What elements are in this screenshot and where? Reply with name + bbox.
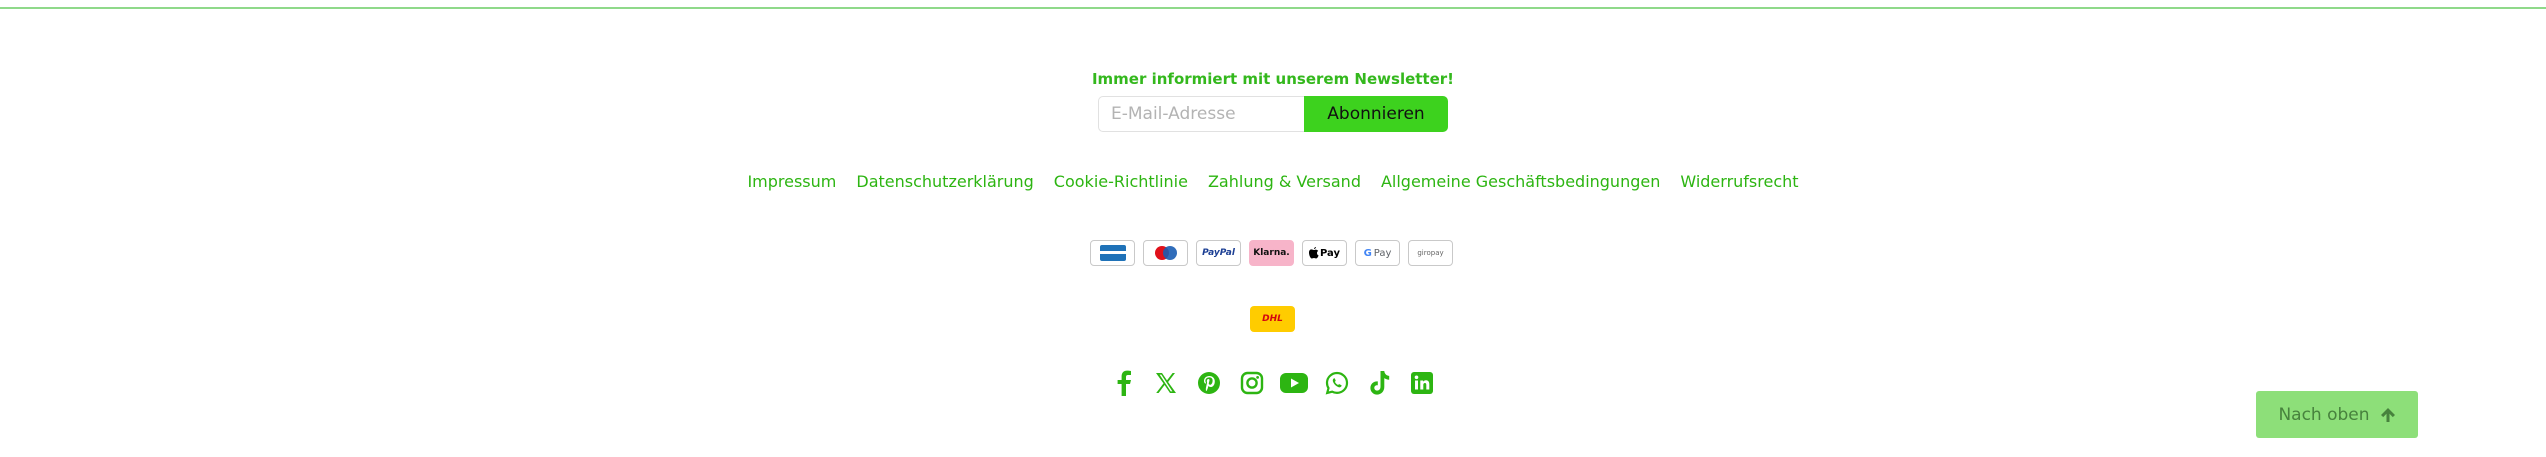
newsletter-title: Immer informiert mit unserem Newsletter! (1091, 70, 1455, 88)
footer-link-widerrufsrecht[interactable]: Widerrufsrecht (1680, 172, 1798, 191)
x-icon[interactable] (1153, 369, 1181, 397)
footer-link-agb[interactable]: Allgemeine Geschäftsbedingungen (1381, 172, 1660, 191)
linkedin-icon[interactable] (1408, 369, 1436, 397)
newsletter-form: Abonnieren (1098, 96, 1448, 132)
dhl-icon: DHL (1250, 306, 1295, 332)
footer-link-cookie[interactable]: Cookie-Richtlinie (1054, 172, 1188, 191)
back-to-top-label: Nach oben (2278, 404, 2370, 425)
instagram-icon[interactable] (1238, 369, 1266, 397)
credit-card-icon (1090, 240, 1135, 266)
youtube-icon[interactable] (1280, 369, 1309, 397)
giropay-icon: giropay (1408, 240, 1453, 266)
pinterest-icon[interactable] (1195, 369, 1223, 397)
footer-link-impressum[interactable]: Impressum (747, 172, 836, 191)
apple-pay-icon: Pay (1302, 240, 1347, 266)
shipping-methods: DHL (1250, 306, 1295, 332)
maestro-icon (1143, 240, 1188, 266)
newsletter-email-input[interactable] (1098, 96, 1304, 132)
whatsapp-icon[interactable] (1323, 369, 1351, 397)
footer-link-datenschutz[interactable]: Datenschutzerklärung (856, 172, 1033, 191)
footer-top-rule (0, 7, 2546, 9)
paypal-icon: PayPal (1196, 240, 1241, 266)
google-pay-icon: G Pay (1355, 240, 1400, 266)
facebook-icon[interactable] (1110, 369, 1138, 397)
footer-link-zahlung-versand[interactable]: Zahlung & Versand (1208, 172, 1361, 191)
payment-methods: PayPal Klarna. Pay G Pay giropay (1090, 240, 1456, 266)
arrow-up-icon (2380, 407, 2395, 422)
klarna-icon: Klarna. (1249, 240, 1294, 266)
newsletter-subscribe-button[interactable]: Abonnieren (1304, 96, 1448, 132)
social-links (1110, 368, 1436, 398)
footer-links: Impressum Datenschutzerklärung Cookie-Ri… (0, 172, 2546, 191)
back-to-top-button[interactable]: Nach oben (2256, 391, 2418, 438)
tiktok-icon[interactable] (1366, 369, 1394, 397)
